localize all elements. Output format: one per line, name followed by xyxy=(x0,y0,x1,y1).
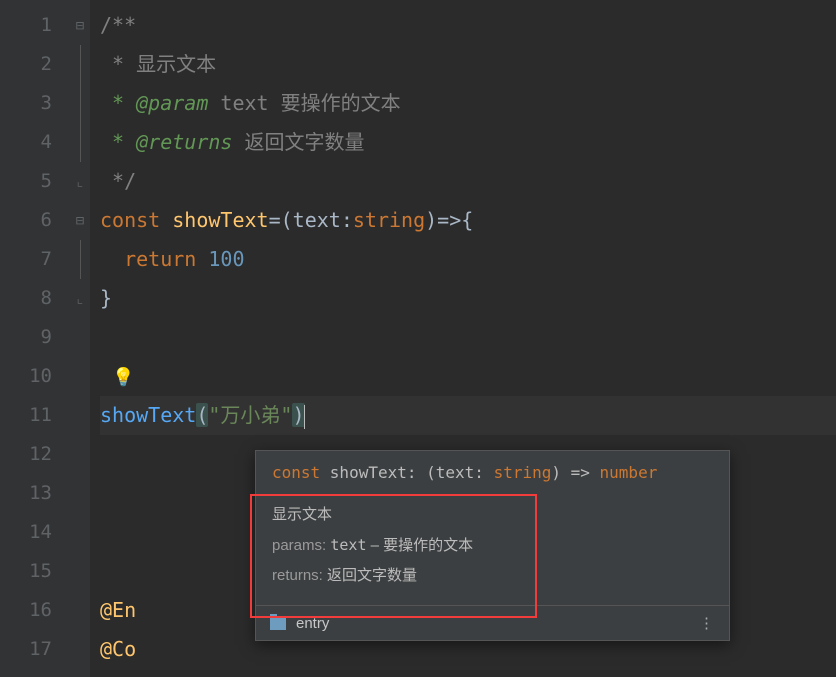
annotation: @Co xyxy=(100,637,136,661)
jsdoc-close: */ xyxy=(100,169,136,193)
line-number: 13 xyxy=(0,474,52,513)
line-number: 3 xyxy=(0,84,52,123)
line-number-gutter: 1 2 3 4 5 6 7 8 9 10 11 12 13 14 15 16 1… xyxy=(0,0,70,677)
doc-returns-label: returns: xyxy=(272,567,323,584)
doc-body: 显示文本 params: text – 要操作的文本 returns: 返回文字… xyxy=(256,492,729,605)
doc-description: 显示文本 xyxy=(272,500,713,530)
line-number: 7 xyxy=(0,240,52,279)
line-number: 5 xyxy=(0,162,52,201)
fold-toggle[interactable]: ⊟ xyxy=(70,6,90,45)
line-number: 9 xyxy=(0,318,52,357)
line-number: 16 xyxy=(0,591,52,630)
code-line: * @returns 返回文字数量 xyxy=(100,123,836,162)
code-line: return 100 xyxy=(100,240,836,279)
code-editor: 1 2 3 4 5 6 7 8 9 10 11 12 13 14 15 16 1… xyxy=(0,0,836,677)
const-keyword: const xyxy=(100,208,172,232)
function-name: showText xyxy=(172,208,268,232)
return-keyword: return xyxy=(124,247,208,271)
line-number: 12 xyxy=(0,435,52,474)
code-line: } xyxy=(100,279,836,318)
code-line: const showText=(text:string)=>{ xyxy=(100,201,836,240)
line-number: 4 xyxy=(0,123,52,162)
fold-end: ⌞ xyxy=(70,279,90,318)
jsdoc-returns-tag: * @returns xyxy=(100,130,245,154)
lightbulb-icon[interactable]: 💡 xyxy=(112,367,134,388)
doc-footer: entry ⋮ xyxy=(256,605,729,640)
fold-end: ⌞ xyxy=(70,162,90,201)
code-line xyxy=(100,318,836,357)
code-line: /** xyxy=(100,6,836,45)
code-line: * @param text 要操作的文本 xyxy=(100,84,836,123)
line-number: 6 xyxy=(0,201,52,240)
signature-line: const showText: (text: string) => number xyxy=(256,451,729,492)
code-line: 💡 xyxy=(100,357,836,396)
string-literal: "万小弟" xyxy=(208,403,292,427)
code-area[interactable]: /** * 显示文本 * @param text 要操作的文本 * @retur… xyxy=(90,0,836,677)
function-call: showText xyxy=(100,403,196,427)
jsdoc-open: /** xyxy=(100,13,136,37)
quick-doc-tooltip: const showText: (text: string) => number… xyxy=(255,450,730,641)
line-number: 10 xyxy=(0,357,52,396)
line-number: 14 xyxy=(0,513,52,552)
doc-source-label: entry xyxy=(296,615,329,632)
line-number: 1 xyxy=(0,6,52,45)
line-number: 8 xyxy=(0,279,52,318)
line-number: 11 xyxy=(0,396,52,435)
line-number: 2 xyxy=(0,45,52,84)
fold-column: ⊟ ⌞ ⊟ ⌞ xyxy=(70,0,90,677)
doc-params-label: params: xyxy=(272,537,326,554)
code-line: */ xyxy=(100,162,836,201)
folder-icon xyxy=(270,617,286,630)
text-cursor xyxy=(304,405,305,429)
code-line: * 显示文本 xyxy=(100,45,836,84)
line-number: 17 xyxy=(0,630,52,669)
more-menu-icon[interactable]: ⋮ xyxy=(699,614,715,632)
fold-toggle[interactable]: ⊟ xyxy=(70,201,90,240)
line-number: 15 xyxy=(0,552,52,591)
code-line-current: showText("万小弟") xyxy=(100,396,836,435)
annotation: @En xyxy=(100,598,136,622)
jsdoc-param-tag: * @param xyxy=(100,91,220,115)
